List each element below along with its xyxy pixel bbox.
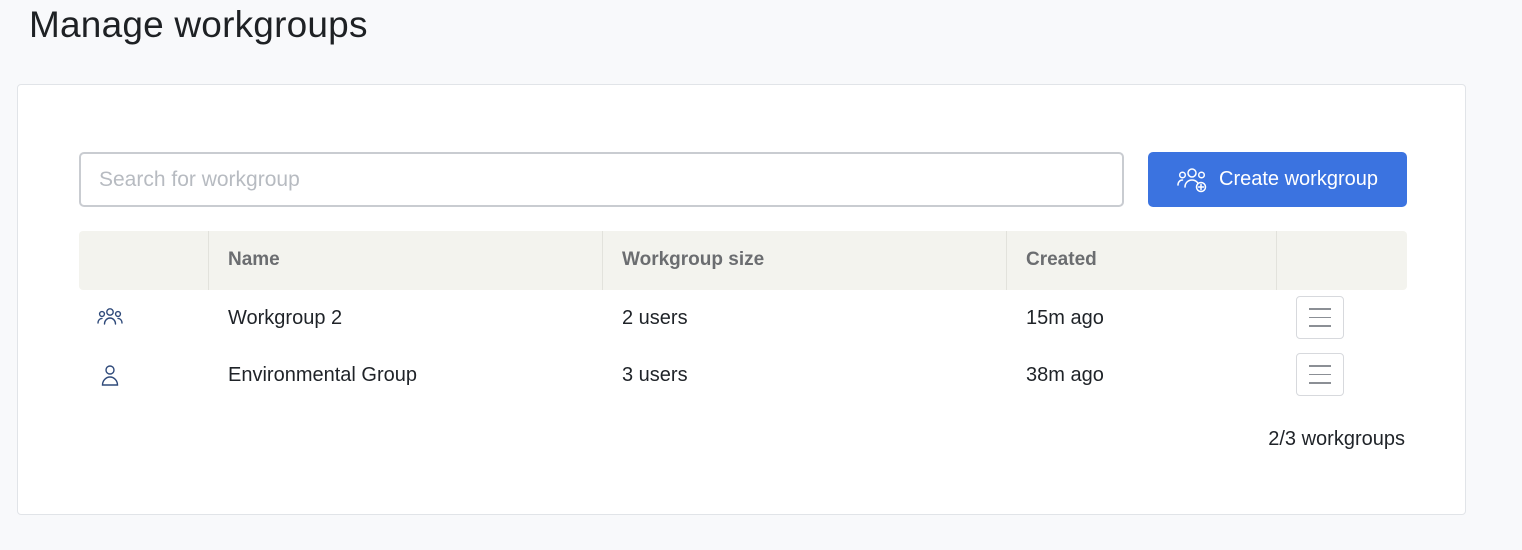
- group-icon: [97, 308, 123, 325]
- table-header: Name Workgroup size Created: [79, 231, 1407, 290]
- row-size: 2 users: [622, 307, 688, 329]
- hamburger-menu-icon: [1309, 365, 1331, 367]
- column-header-name[interactable]: Name: [228, 231, 280, 290]
- row-menu-button[interactable]: [1296, 296, 1344, 339]
- table-row[interactable]: Workgroup 2 2 users 15m ago: [79, 290, 1407, 347]
- create-workgroup-label: Create workgroup: [1219, 168, 1378, 190]
- create-workgroup-button[interactable]: Create workgroup: [1148, 152, 1407, 207]
- workgroups-card: Create workgroup Name Workgroup size Cre…: [17, 84, 1466, 515]
- column-header-size[interactable]: Workgroup size: [622, 231, 764, 290]
- workgroup-count: 2/3 workgroups: [1268, 428, 1405, 450]
- search-input[interactable]: [79, 152, 1124, 207]
- column-separator: [1276, 231, 1277, 290]
- column-separator: [602, 231, 603, 290]
- table-row[interactable]: Environmental Group 3 users 38m ago: [79, 347, 1407, 404]
- column-separator: [208, 231, 209, 290]
- row-name: Workgroup 2: [228, 307, 343, 329]
- column-header-created[interactable]: Created: [1026, 231, 1097, 290]
- column-separator: [1006, 231, 1007, 290]
- group-add-icon: [1177, 167, 1207, 192]
- row-name: Environmental Group: [228, 364, 417, 386]
- hamburger-menu-icon: [1309, 308, 1331, 310]
- page-title: Manage workgroups: [29, 4, 368, 45]
- row-size: 3 users: [622, 364, 688, 386]
- row-created: 38m ago: [1026, 364, 1104, 386]
- row-menu-button[interactable]: [1296, 353, 1344, 396]
- user-icon: [101, 365, 119, 386]
- row-created: 15m ago: [1026, 307, 1104, 329]
